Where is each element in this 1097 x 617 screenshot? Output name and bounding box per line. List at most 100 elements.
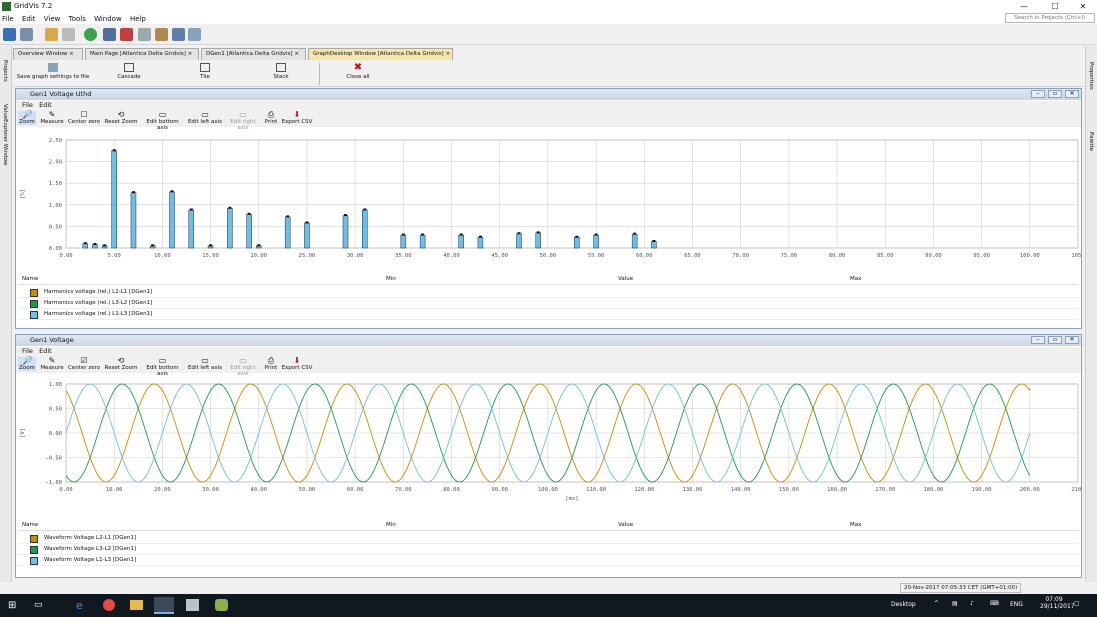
input-language[interactable]: ENG — [1010, 601, 1023, 608]
edge-browser-icon[interactable]: e — [76, 599, 83, 612]
x-tick-label: 35.00 — [395, 253, 412, 259]
properties-side-tab[interactable]: Properties — [1088, 62, 1094, 90]
main-toolbar — [0, 25, 1097, 45]
panel-restore-button[interactable]: ▫ — [1048, 90, 1062, 98]
legend-table-header: Name Min Value Max — [18, 275, 1079, 285]
new-project-icon[interactable] — [3, 28, 16, 41]
export-csv-icon: ⬇ — [293, 356, 301, 365]
desktop-toolbar-label[interactable]: Desktop — [891, 601, 916, 608]
clock[interactable]: 07:09 29/11/2017 — [1040, 596, 1075, 610]
measure-tool[interactable]: ✎ Measure — [40, 111, 64, 126]
export-icon[interactable] — [138, 28, 151, 41]
axis-icon: ▭ — [201, 356, 209, 365]
reset-zoom-tool[interactable]: ⟲ Reset Zoom — [104, 357, 138, 372]
series-color-swatch — [30, 311, 38, 319]
panel-close-button[interactable]: ✕ — [1065, 90, 1079, 98]
maximize-button[interactable]: ☐ — [1045, 1, 1065, 12]
panel-close-button[interactable]: ✕ — [1065, 336, 1079, 344]
menu-edit[interactable]: Edit — [22, 15, 36, 23]
panel-minimize-button[interactable]: – — [1031, 336, 1045, 344]
report-icon[interactable] — [120, 28, 133, 41]
legend-row[interactable]: Harmonics voltage (rel.) L3-L2 [DGen1] — [18, 298, 1079, 309]
zoom-tool[interactable]: 🔎 Zoom — [18, 357, 36, 371]
print-tool[interactable]: ⎙ Print — [264, 356, 278, 372]
user-icon[interactable] — [172, 28, 185, 41]
save-graph-settings-button[interactable]: Save graph settings to file — [13, 63, 93, 80]
cascade-button[interactable]: Cascade — [109, 63, 149, 80]
panel-menu-edit[interactable]: Edit — [39, 347, 52, 355]
search-input[interactable]: Search in Projects (Ctrl+I) — [1005, 13, 1095, 23]
app-taskbar-icon[interactable] — [215, 599, 228, 611]
reset-zoom-tool[interactable]: ⟲ Reset Zoom — [104, 110, 138, 126]
edit-left-axis-tool[interactable]: ▭ Edit left axis — [187, 111, 223, 126]
panel-menu-edit[interactable]: Edit — [39, 101, 52, 109]
measure-tool[interactable]: ✎ Measure — [40, 357, 64, 372]
close-window-button[interactable]: ✕ — [1073, 1, 1093, 12]
tab-graph-desktop[interactable]: GraphDesktop Window [Atlantica Delta Gri… — [308, 48, 453, 60]
online-recorder-icon[interactable] — [84, 28, 97, 41]
tab-main-page[interactable]: Main Page [Atlantica Delta Gridvis] × — [85, 48, 199, 60]
close-all-icon: ✖ — [353, 62, 363, 73]
menu-tools[interactable]: Tools — [69, 15, 86, 23]
x-tick-label: 150.00 — [779, 487, 799, 493]
zoom-tool[interactable]: 🔎 Zoom — [18, 111, 36, 125]
panel-minimize-button[interactable]: – — [1031, 90, 1045, 98]
panel-voltage-thd: Gen1 Voltage Uthd – ▫ ✕ File Edit 🔎 Zoom … — [15, 88, 1082, 329]
legend-row[interactable]: Harmonics voltage (rel.) L2-L1 [DGen1] — [18, 287, 1079, 298]
export-csv-tool[interactable]: ⬇ Export CSV — [281, 111, 313, 126]
legend-row[interactable]: Waveform Voltage L3-L2 [DGen1] — [18, 544, 1079, 555]
panel-menu-file[interactable]: File — [22, 101, 33, 109]
settings-icon[interactable] — [188, 28, 201, 41]
tab-dgen1[interactable]: DGen1 [Atlantica Delta Gridvis] × — [201, 48, 306, 60]
series-color-swatch — [30, 557, 38, 565]
palette-side-tab[interactable]: Palette — [1088, 132, 1094, 151]
minimize-button[interactable]: — — [1014, 1, 1034, 12]
windows-start-icon[interactable]: ⊞ — [8, 600, 16, 611]
notifications-icon[interactable]: ▢ — [1074, 600, 1080, 607]
legend-row[interactable]: Waveform Voltage L2-L1 [DGen1] — [18, 533, 1079, 544]
task-view-icon[interactable]: ▭ — [34, 600, 43, 610]
file-explorer-icon[interactable] — [130, 600, 143, 610]
x-tick-label: 65.00 — [684, 253, 701, 259]
panel-menu-file[interactable]: File — [22, 347, 33, 355]
projects-side-tab[interactable]: Projects — [2, 60, 8, 82]
undo-icon[interactable] — [45, 28, 58, 41]
x-tick-label: 45.00 — [491, 253, 508, 259]
device-upload-icon[interactable] — [103, 28, 116, 41]
reset-zoom-icon: ⟲ — [117, 110, 125, 119]
menu-help[interactable]: Help — [130, 15, 146, 23]
harmonic-marker — [633, 232, 637, 235]
volume-icon[interactable]: ♪ — [970, 600, 974, 607]
tile-button[interactable]: Tile — [185, 63, 225, 80]
legend-row[interactable]: Harmonics voltage (rel.) L1-L3 [DGen1] — [18, 309, 1079, 320]
y-tick-label: 0.50 — [49, 224, 62, 230]
center-zero-toggle[interactable]: ☐ Center zero — [67, 111, 101, 126]
legend-table: Name Min Value Max Waveform Voltage L2-L… — [18, 521, 1079, 573]
x-tick-label: 30.00 — [347, 253, 364, 259]
tools-wrench-icon[interactable] — [155, 28, 168, 41]
redo-icon[interactable] — [62, 28, 75, 41]
save-all-icon[interactable] — [20, 28, 33, 41]
y-tick-label: 2.00 — [49, 160, 62, 166]
center-zero-toggle[interactable]: ☑ Center zero — [67, 357, 101, 372]
value-explorer-side-tab[interactable]: ValueExplorer Window — [2, 104, 8, 165]
tab-overview[interactable]: Overview Window × — [13, 48, 83, 60]
legend-row[interactable]: Waveform Voltage L1-L3 [DGen1] — [18, 555, 1079, 566]
edit-left-axis-tool[interactable]: ▭ Edit left axis — [187, 356, 223, 372]
stack-button[interactable]: Stack — [261, 63, 301, 80]
panel-restore-button[interactable]: ▫ — [1048, 336, 1062, 344]
tray-expand-icon[interactable]: ^ — [934, 600, 939, 607]
gridvis-taskbar-icon[interactable] — [154, 597, 174, 614]
menu-view[interactable]: View — [44, 15, 61, 23]
menu-file[interactable]: File — [2, 15, 14, 23]
keyboard-icon[interactable]: ⌨ — [990, 600, 999, 607]
printer-icon: ⎙ — [267, 356, 275, 365]
print-tool[interactable]: ⎙ Print — [264, 111, 278, 126]
export-csv-tool[interactable]: ⬇ Export CSV — [281, 356, 313, 372]
menu-window[interactable]: Window — [94, 15, 122, 23]
remote-desktop-icon[interactable] — [186, 599, 199, 611]
chrome-icon[interactable] — [103, 599, 115, 611]
x-tick-label: 40.00 — [250, 487, 267, 493]
close-all-button[interactable]: ✖ Close all — [338, 62, 378, 81]
network-icon[interactable]: ▤ — [952, 600, 958, 607]
